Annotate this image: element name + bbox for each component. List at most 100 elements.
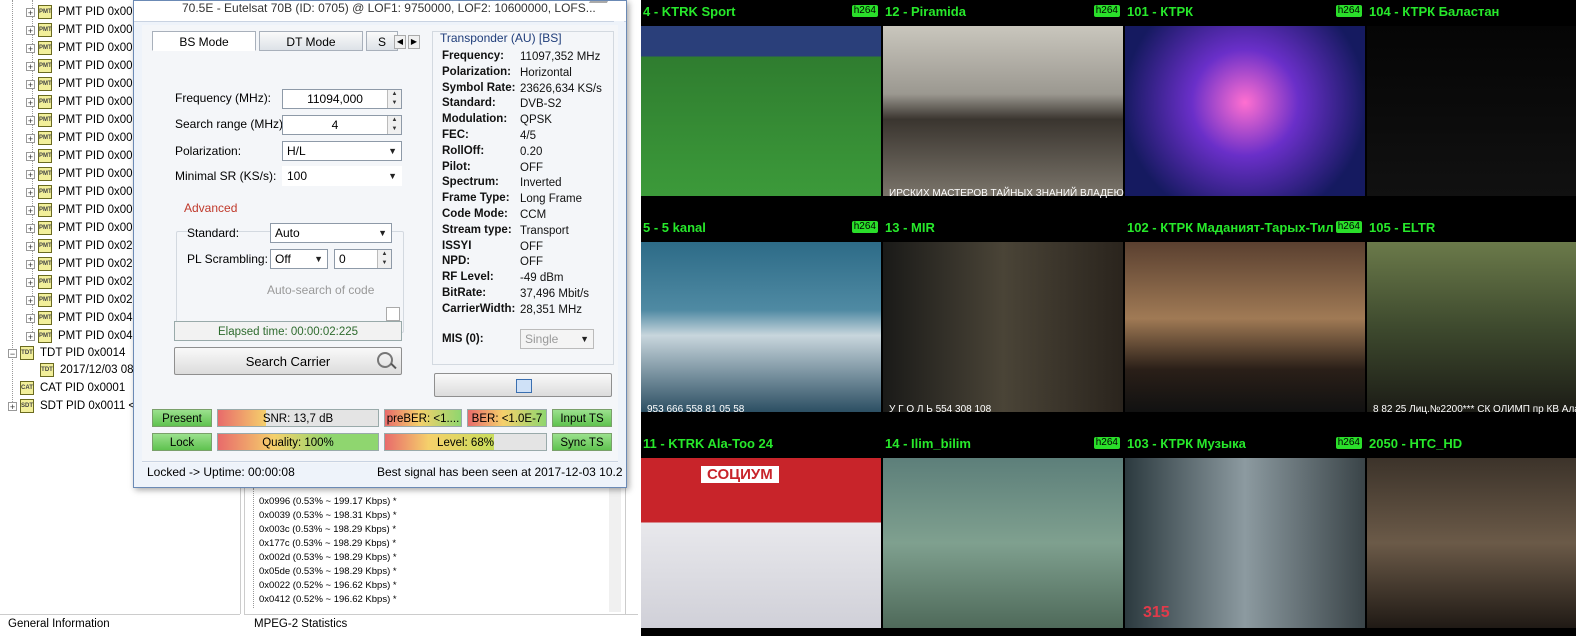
dialog-title-bar[interactable]: 70.5E - Eutelsat 70B (ID: 0705) @ LOF1: … [134,1,626,22]
tab-prev-icon[interactable]: ◀ [394,35,406,49]
video-overlay-text: СОЦИУМ [701,466,779,483]
polarization-select[interactable]: H/L ▼ [282,141,402,161]
tree-item-pmt[interactable]: + PMT PMT PID 0x00 [26,93,133,111]
collapse-icon[interactable]: − [8,348,17,358]
expand-icon[interactable]: + [26,223,35,233]
tree-item-pmt[interactable]: + PMT PMT PID 0x00 [26,21,133,39]
table-icon: PMT [38,221,52,235]
channel-video [1125,242,1365,412]
expand-icon[interactable]: + [8,401,17,411]
expand-icon[interactable]: + [26,331,35,341]
expand-icon[interactable]: + [26,169,35,179]
channel-name: 104 - КТРК Баластан [1369,4,1500,19]
tab-general-information[interactable]: General Information [0,614,240,637]
tree-item-cat[interactable]: CAT CAT PID 0x0001 [20,379,125,397]
tree-item-tdt[interactable]: − TDT TDT PID 0x0014 [8,344,125,362]
expand-icon[interactable]: + [26,295,35,305]
channel-tile[interactable]: 14 - Ilim_bilim h264 [883,432,1124,636]
tree-item-label: PMT PID 0x00 [58,114,133,126]
channel-tile[interactable]: 101 - КТРК h264 [1125,0,1366,214]
expand-icon[interactable]: + [26,43,35,53]
expand-icon[interactable]: + [26,313,35,323]
expand-icon[interactable]: + [26,277,35,287]
expand-icon[interactable]: + [26,61,35,71]
expand-icon[interactable]: + [26,97,35,107]
expand-icon[interactable]: + [26,205,35,215]
tree-item-pmt[interactable]: + PMT PMT PID 0x00 [26,129,133,147]
channel-tile[interactable]: 103 - КТРК Музыка h264 315 [1125,432,1366,636]
tree-item-pmt[interactable]: + PMT PMT PID 0x00 [26,165,133,183]
expand-icon[interactable]: + [26,259,35,269]
pl-scrambling-select[interactable]: Off ▼ [270,249,328,269]
channel-tile[interactable]: 13 - MIR У Г О Л Ь 554 308 108 [883,216,1124,430]
minimal-sr-select[interactable]: 100 ▼ [282,166,402,186]
spectrum-button[interactable] [434,373,612,397]
transponder-value: 0.20 [520,145,543,158]
expand-icon[interactable]: + [26,133,35,143]
tree-item-tdt-child[interactable]: TDT 2017/12/03 08 [40,361,134,379]
tree-item-pmt[interactable]: + PMT PMT PID 0x00 [26,39,133,57]
tree-item-pmt[interactable]: + PMT PMT PID 0x00 [26,219,133,237]
tree-item-pmt[interactable]: + PMT PMT PID 0x02 [26,291,133,309]
channel-tile[interactable]: 104 - КТРК Баластан [1367,0,1576,214]
standard-select[interactable]: Auto ▼ [270,223,392,243]
search-carrier-button[interactable]: Search Carrier [174,347,402,375]
tree-item-pmt[interactable]: + PMT PMT PID 0x02 [26,273,133,291]
tree-item-pmt[interactable]: + PMT PMT PID 0x00 [26,57,133,75]
frequency-value: 11094,000 [307,92,363,106]
mis-select[interactable]: Single ▼ [520,329,594,349]
tab-dt-mode[interactable]: DT Mode [259,31,363,51]
channel-mosaic: 4 - KTRK Sport h264 12 - Piramida h264 ИРСКИ… [641,0,1576,636]
channel-tile[interactable]: 11 - KTRK Ala-Too 24 СОЦИУМ [641,432,882,636]
tab-mpeg2-statistics[interactable]: MPEG-2 Statistics [244,614,638,637]
search-range-spinner[interactable]: ▲ ▼ [387,116,401,134]
tree-item-pmt[interactable]: + PMT PMT PID 0x02 [26,255,133,273]
expand-icon[interactable]: + [26,7,35,17]
expand-icon[interactable]: + [26,151,35,161]
expand-icon[interactable]: + [26,115,35,125]
tree-item-pmt[interactable]: + PMT PMT PID 0x00 [26,75,133,93]
table-icon: PMT [38,113,52,127]
tree-item-label: PMT PID 0x04 [58,330,133,342]
frequency-spinner[interactable]: ▲ ▼ [387,90,401,108]
expand-icon[interactable]: + [26,241,35,251]
tree-item-pmt[interactable]: + PMT PMT PID 0x00 [26,201,133,219]
search-range-input[interactable]: 4 ▲ ▼ [282,115,402,135]
pl-code-spinner[interactable]: ▲ ▼ [377,250,391,268]
video-overlay-text: 315 [1143,604,1170,621]
tree-item-pmt[interactable]: + PMT PMT PID 0x00 [26,147,133,165]
tree-item-sdt[interactable]: + SDT SDT PID 0x0011 < [8,397,135,415]
codec-badge: h264 [1335,437,1362,449]
snr-meter: SNR: 13,7 dB [217,409,379,427]
transponder-key: Modulation: [442,113,508,126]
tree-item-pmt[interactable]: + PMT PMT PID 0x04 [26,327,133,345]
tree-item-pmt[interactable]: + PMT PMT PID 0x00 [26,3,133,21]
stats-scrollbar[interactable] [609,488,621,612]
transponder-value: OFF [520,161,543,174]
pid-stat-line: 0x0996 (0.53% ~ 199.17 Kbps) * [259,496,397,507]
tree-item-pmt[interactable]: + PMT PMT PID 0x04 [26,309,133,327]
transponder-value: Horizontal [520,66,572,79]
expand-icon[interactable]: + [26,187,35,197]
quality-label: Quality: 100% [262,437,334,449]
expand-icon[interactable]: + [26,25,35,35]
tree-item-pmt[interactable]: + PMT PMT PID 0x02 [26,237,133,255]
tree-item-pmt[interactable]: + PMT PMT PID 0x00 [26,183,133,201]
channel-tile[interactable]: 12 - Piramida h264 ИРСКИХ МАСТЕРОВ ТАЙНЫХ … [883,0,1124,214]
pid-stat-line: 0x05de (0.53% ~ 198.29 Kbps) * [259,566,397,577]
tab-bs-mode[interactable]: BS Mode [152,31,256,51]
tree-item-pmt[interactable]: + PMT PMT PID 0x00 [26,111,133,129]
channel-tile[interactable]: 5 - 5 kanal h264 953 666 558 81 05 58 [641,216,882,430]
autosearch-checkbox[interactable] [386,307,400,321]
search-range-label: Search range (MHz): [175,117,287,131]
tab-next-icon[interactable]: ▶ [408,35,420,49]
expand-icon[interactable]: + [26,79,35,89]
channel-tile[interactable]: 2050 - HTC_HD [1367,432,1576,636]
channel-tile[interactable]: 105 - ELTR 8 82 25 Лиц.№2200*** СК ОЛИМП … [1367,216,1576,430]
pl-code-input[interactable]: 0 ▲ ▼ [334,249,392,269]
tree-item-label: PMT PID 0x00 [58,132,133,144]
channel-tile[interactable]: 102 - КТРК Маданият-Тарых-Тил h264 [1125,216,1366,430]
frequency-input[interactable]: 11094,000 ▲ ▼ [282,89,402,109]
channel-tile[interactable]: 4 - KTRK Sport h264 [641,0,882,214]
transponder-key: Code Mode: [442,208,508,220]
